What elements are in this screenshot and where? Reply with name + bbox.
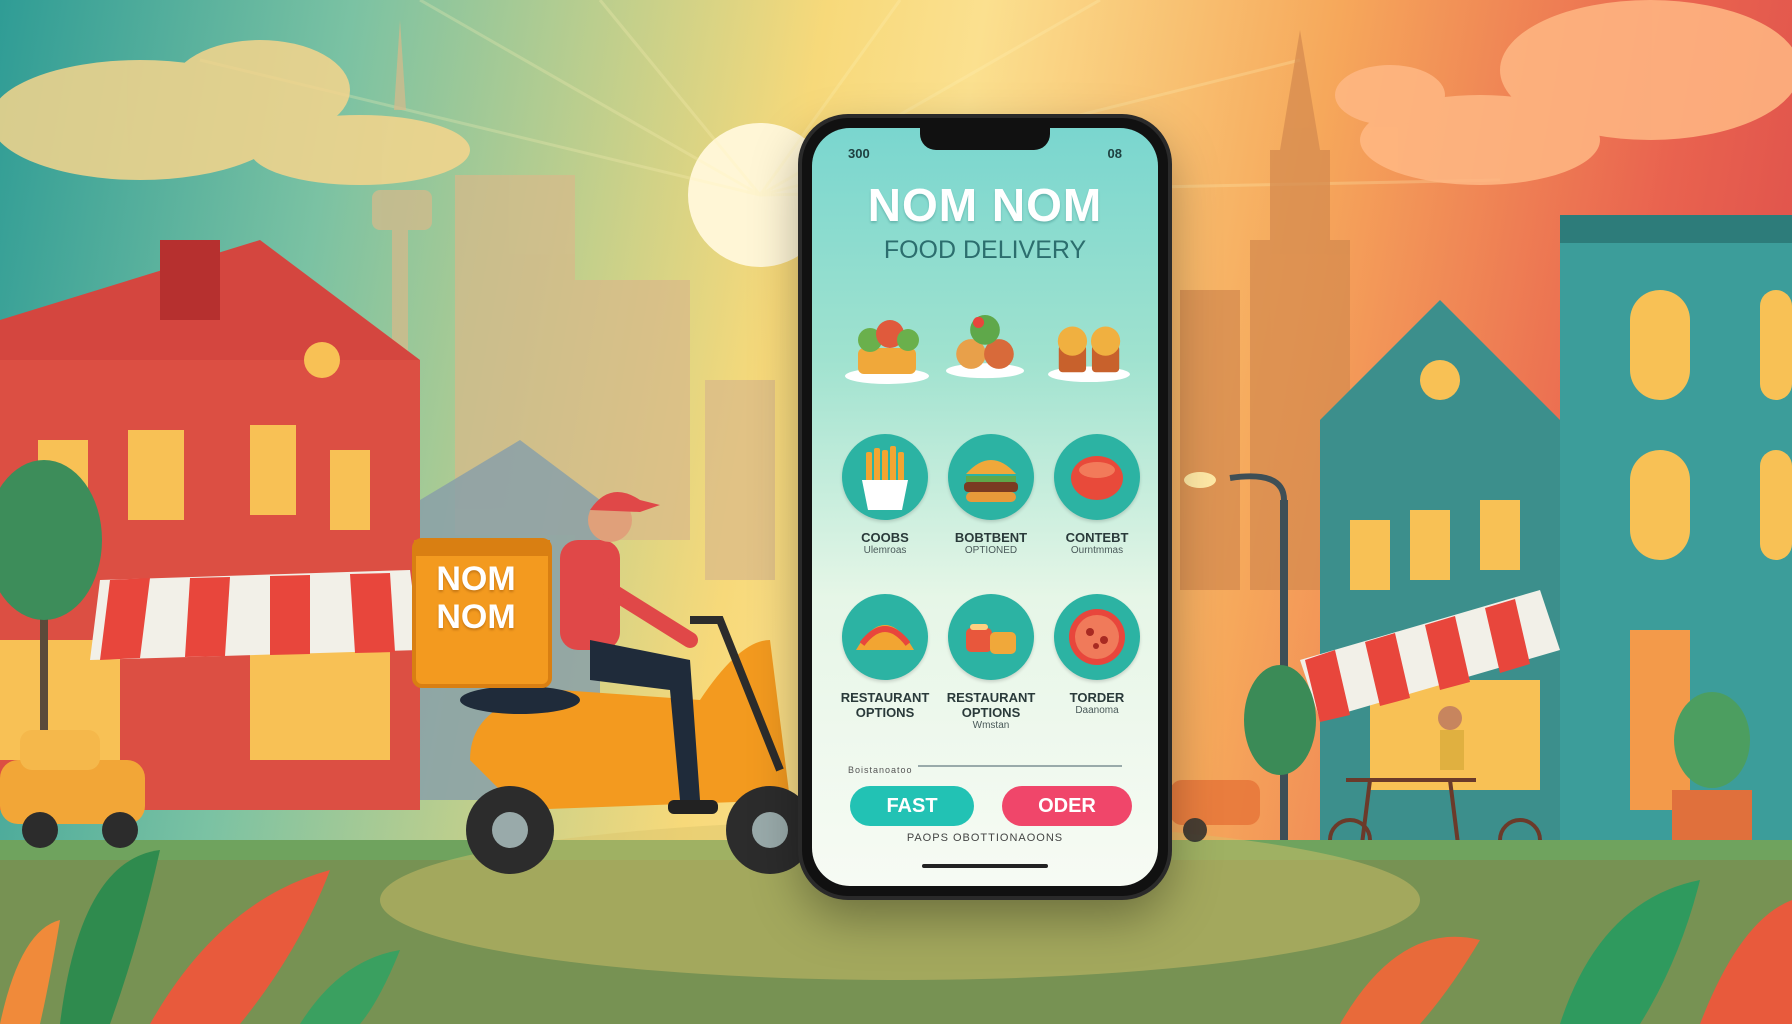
category-label: TORDER: [1069, 690, 1125, 705]
category-sublabel: Ourntmmas: [1070, 545, 1124, 556]
orange-car: [1170, 780, 1260, 842]
category-sublabel: Ulemroas: [863, 545, 907, 556]
featured-dish-1[interactable]: [842, 308, 932, 386]
category-label: RESTAURANT OPTIONS: [946, 690, 1036, 720]
category-label: RESTAURANT OPTIONS: [840, 690, 930, 720]
search-bar[interactable]: Boistanoatoo: [848, 760, 1122, 775]
featured-dish-3[interactable]: [1044, 306, 1134, 384]
category-label: COOBS: [861, 530, 909, 545]
footer-text: PAOPS OBOTTIONAOONS: [906, 832, 1064, 844]
category-item[interactable]: TORDER Daanoma: [1052, 594, 1142, 717]
notch: [920, 128, 1050, 150]
search-text: Boistanoatoo: [848, 765, 913, 775]
red-awning: [90, 570, 420, 660]
category-label: CONTEBT: [1065, 530, 1129, 545]
status-battery: 08: [1107, 146, 1122, 161]
app-screen: 300 08 NOM NOM FOOD DELIVERY COOBS Ulemr…: [812, 128, 1158, 886]
category-item[interactable]: RESTAURANT OPTIONS: [840, 594, 930, 720]
fries-icon: [842, 434, 928, 520]
category-sublabel: OPTIONED: [964, 545, 1018, 556]
category-label: BOBTBENT: [954, 530, 1028, 545]
order-button[interactable]: ODER: [1002, 786, 1132, 826]
category-item[interactable]: BOBTBENT OPTIONED: [946, 434, 1036, 557]
app-subtitle: FOOD DELIVERY: [883, 236, 1087, 264]
status-time: 300: [848, 146, 870, 161]
category-item[interactable]: COOBS Ulemroas: [840, 434, 930, 557]
category-item[interactable]: CONTEBT Ourntmmas: [1052, 434, 1142, 557]
taco-icon: [842, 594, 928, 680]
delivery-box-label: NOM NOM: [436, 560, 516, 636]
category-sublabel: Wmstan: [972, 720, 1010, 731]
smartphone: 300 08 NOM NOM FOOD DELIVERY COOBS Ulemr…: [802, 118, 1168, 896]
category-sublabel: Daanoma: [1075, 705, 1119, 716]
app-title: NOM NOM: [867, 179, 1103, 231]
fast-button[interactable]: FAST: [850, 786, 974, 826]
category-item[interactable]: RESTAURANT OPTIONS Wmstan: [946, 594, 1036, 732]
bun-icon: [1054, 434, 1140, 520]
featured-dish-2[interactable]: [940, 302, 1030, 380]
home-indicator[interactable]: [922, 864, 1048, 868]
sandwich-icon: [948, 594, 1034, 680]
pizza-icon: [1054, 594, 1140, 680]
search-underline: [918, 765, 1122, 767]
burger-icon: [948, 434, 1034, 520]
